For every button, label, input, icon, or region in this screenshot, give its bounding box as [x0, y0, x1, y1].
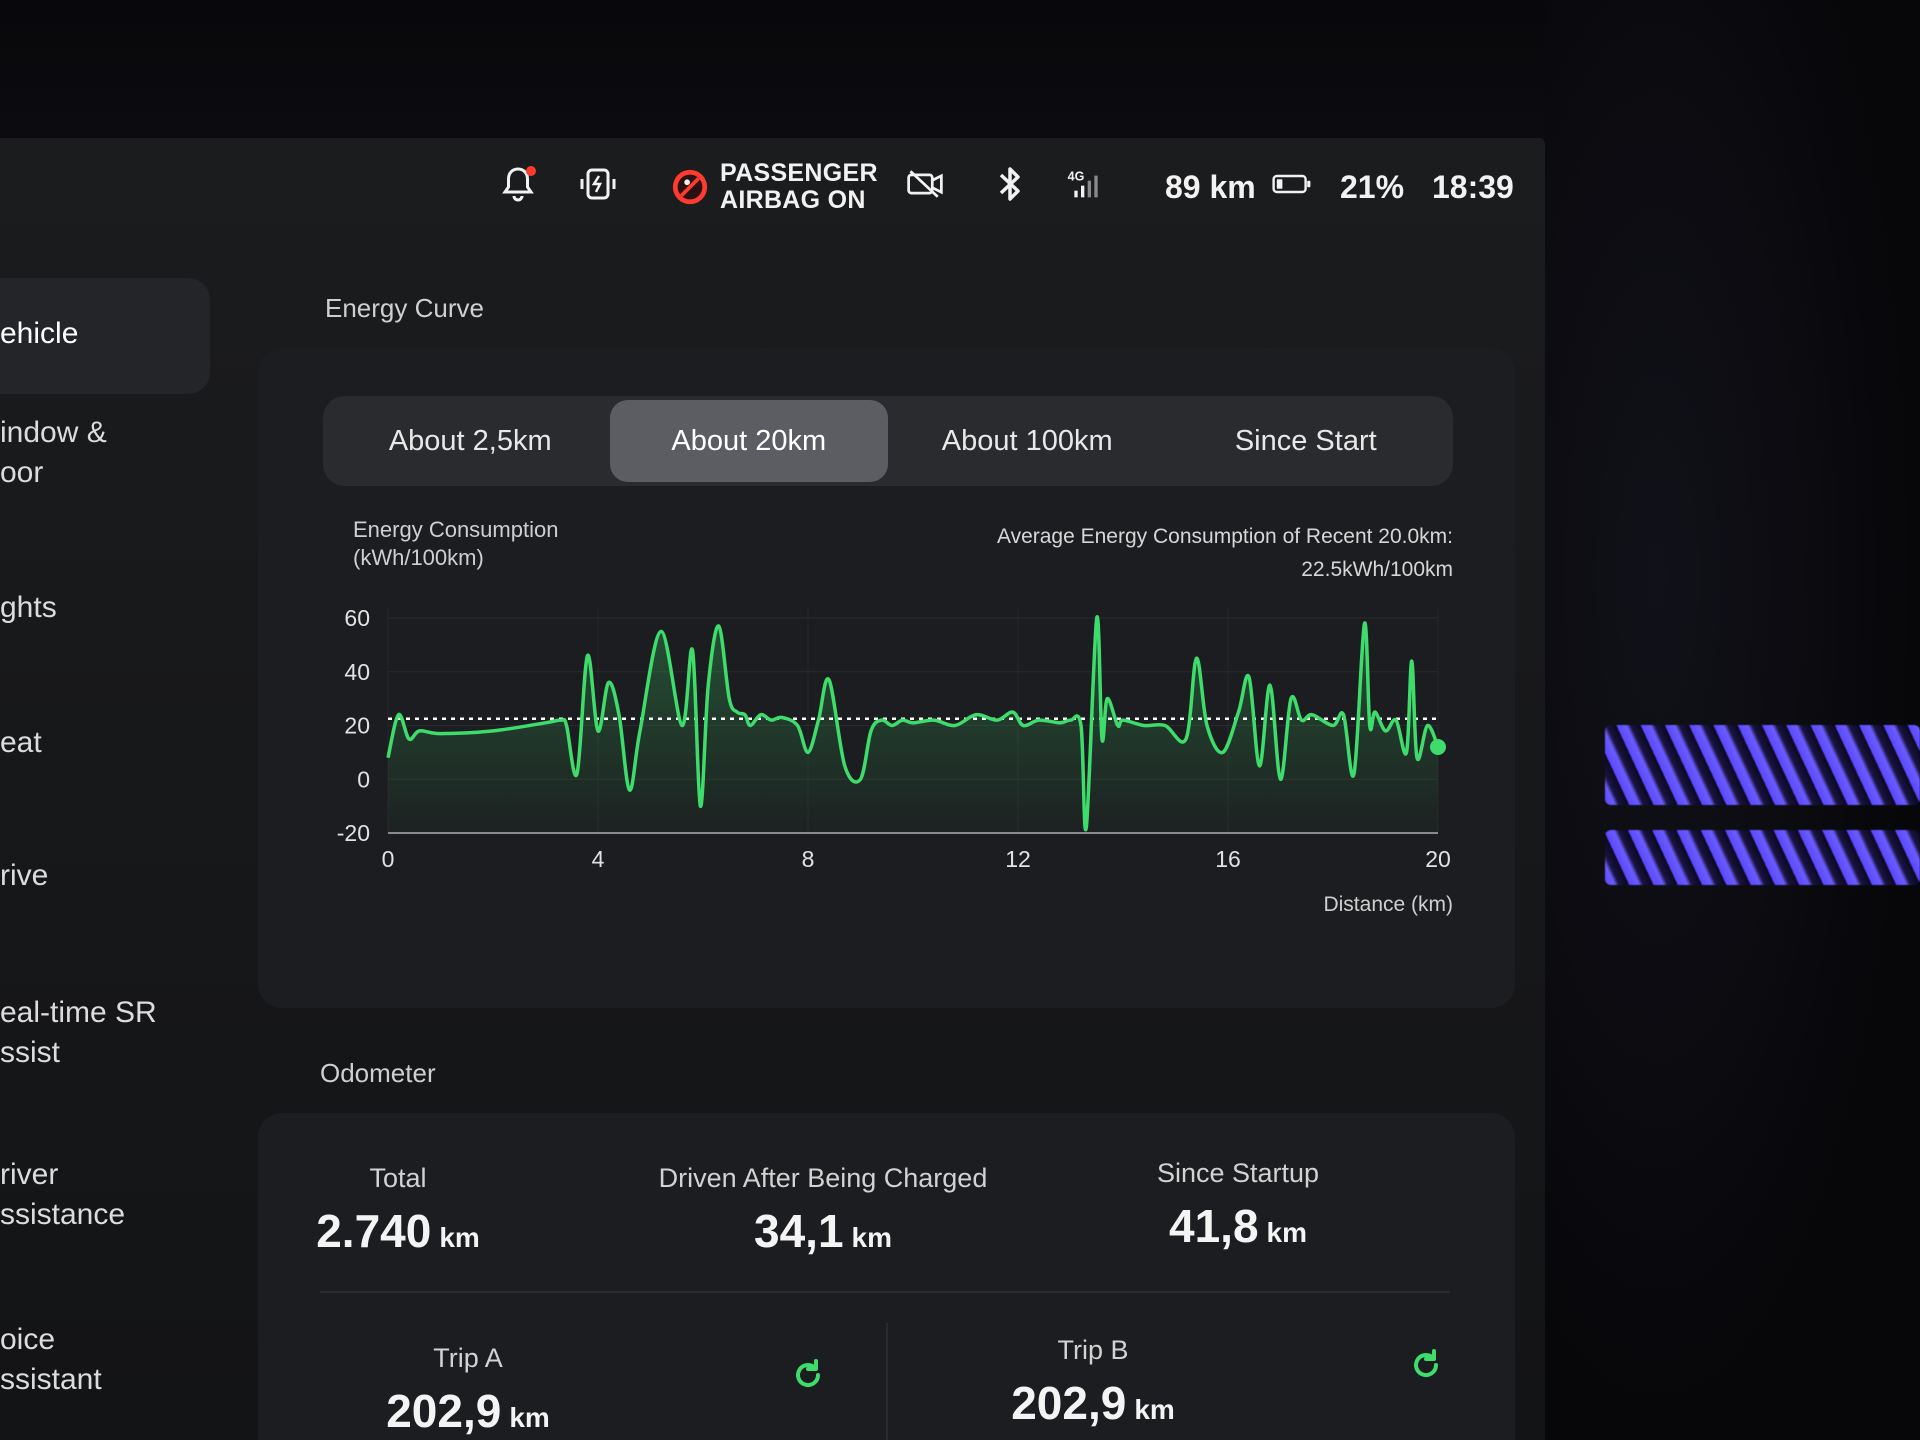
tab-about-20km[interactable]: About 20km [609, 400, 888, 482]
y-tick-label: -20 [337, 820, 370, 846]
y-axis-label-line1: Energy Consumption [353, 517, 559, 542]
infotainment-screen: PASSENGER AIRBAG ON 4G 89 km 21% 18:39 e… [0, 138, 1545, 1440]
sidebar-item-driver-assistance[interactable]: river ssistance [0, 1155, 210, 1235]
network-type-label: 4G [1068, 170, 1085, 184]
average-consumption: Average Energy Consumption of Recent 20.… [997, 520, 1453, 586]
total-unit: km [439, 1222, 480, 1253]
notification-dot [526, 166, 536, 176]
sidebar-item-drive[interactable]: rive [0, 856, 210, 896]
odometer-total: Total 2.740 km [198, 1163, 598, 1258]
tab-about-100km[interactable]: About 100km [888, 400, 1167, 482]
total-label: Total [369, 1163, 427, 1193]
x-tick-label: 4 [592, 846, 605, 872]
startup-value: 41,8 [1169, 1200, 1259, 1252]
ambient-light-strip [1605, 830, 1920, 885]
notification-bell-icon[interactable] [498, 164, 538, 204]
airbag-off-icon [670, 167, 710, 207]
sidebar-item-realtime-sr-assist[interactable]: eal-time SR ssist [0, 993, 210, 1073]
chart-x-axis-label: Distance (km) [1323, 893, 1453, 916]
x-tick-label: 20 [1425, 846, 1451, 872]
trip-b-unit: km [1134, 1394, 1175, 1425]
range-readout: 89 km [1165, 168, 1256, 205]
startup-unit: km [1266, 1217, 1307, 1248]
trip-a-label: Trip A [433, 1343, 503, 1373]
total-value: 2.740 [316, 1205, 432, 1257]
settings-sidebar: ehicle indow & oor ghts eat rive eal-tim… [0, 258, 215, 1440]
dashboard-background [1545, 0, 1920, 1440]
reset-trip-a-icon[interactable] [788, 1355, 828, 1395]
camera-off-icon[interactable] [905, 164, 945, 204]
odometer-card: Total 2.740 km Driven After Being Charged… [258, 1113, 1515, 1440]
trip-b: Trip B 202,9 km [893, 1335, 1293, 1430]
airbag-label-line1: PASSENGER [720, 159, 878, 187]
ambient-light-strip [1605, 725, 1920, 805]
energy-curve-card: About 2,5km About 20km About 100km Since… [258, 348, 1515, 1008]
trip-b-label: Trip B [1057, 1335, 1129, 1365]
average-consumption-value: 22.5kWh/100km [1301, 558, 1453, 581]
status-bar: PASSENGER AIRBAG ON 4G 89 km 21% 18:39 [0, 138, 1545, 228]
x-tick-label: 8 [802, 846, 815, 872]
y-axis-label-line2: (kWh/100km) [353, 545, 484, 570]
sidebar-item-window-door[interactable]: indow & oor [0, 413, 210, 493]
trip-divider [886, 1323, 888, 1440]
trip-a: Trip A 202,9 km [268, 1343, 668, 1438]
phone-charging-icon[interactable] [578, 164, 618, 204]
clock: 18:39 [1432, 168, 1514, 205]
sidebar-item-vehicle[interactable]: ehicle [0, 278, 210, 394]
x-tick-label: 0 [382, 846, 395, 872]
odometer-since-charge: Driven After Being Charged 34,1 km [623, 1163, 1023, 1258]
consumption-area [388, 616, 1438, 833]
odometer-divider [320, 1291, 1450, 1293]
sidebar-item-lights[interactable]: ghts [0, 588, 210, 628]
bluetooth-icon[interactable] [990, 164, 1030, 204]
y-tick-label: 40 [344, 659, 370, 685]
chart-y-axis-label: Energy Consumption (kWh/100km) [353, 516, 558, 572]
charged-unit: km [851, 1222, 892, 1253]
trip-a-value: 202,9 [386, 1385, 502, 1437]
signal-icon: 4G [1066, 164, 1106, 204]
sidebar-item-voice-assistant[interactable]: oice ssistant [0, 1320, 210, 1400]
trip-a-unit: km [509, 1402, 550, 1433]
startup-label: Since Startup [1156, 1158, 1320, 1188]
y-tick-label: 60 [344, 605, 370, 631]
range-tab-bar: About 2,5km About 20km About 100km Since… [323, 396, 1453, 486]
sidebar-item-seat[interactable]: eat [0, 723, 210, 763]
tab-since-start[interactable]: Since Start [1167, 400, 1446, 482]
current-position-dot [1430, 739, 1446, 755]
x-tick-label: 16 [1215, 846, 1241, 872]
battery-icon [1272, 164, 1312, 204]
charged-label: Driven After Being Charged [658, 1163, 988, 1193]
airbag-label-line2: AIRBAG ON [720, 186, 866, 214]
energy-chart: 60 40 20 0 -20 0 4 8 12 16 20 [337, 605, 1451, 872]
y-tick-label: 20 [344, 713, 370, 739]
trip-b-value: 202,9 [1011, 1377, 1127, 1429]
battery-percentage: 21% [1340, 168, 1405, 205]
odometer-title: Odometer [320, 1058, 436, 1088]
passenger-airbag-status: PASSENGER AIRBAG ON [670, 160, 878, 214]
y-tick-label: 0 [357, 766, 370, 792]
charged-value: 34,1 [754, 1205, 844, 1257]
reset-trip-b-icon[interactable] [1406, 1345, 1446, 1385]
tab-about-2-5km[interactable]: About 2,5km [331, 400, 610, 482]
average-consumption-label: Average Energy Consumption of Recent 20.… [996, 525, 1453, 548]
odometer-since-startup: Since Startup 41,8 km [1038, 1158, 1438, 1253]
x-tick-label: 12 [1005, 846, 1031, 872]
energy-curve-title: Energy Curve [325, 293, 484, 323]
